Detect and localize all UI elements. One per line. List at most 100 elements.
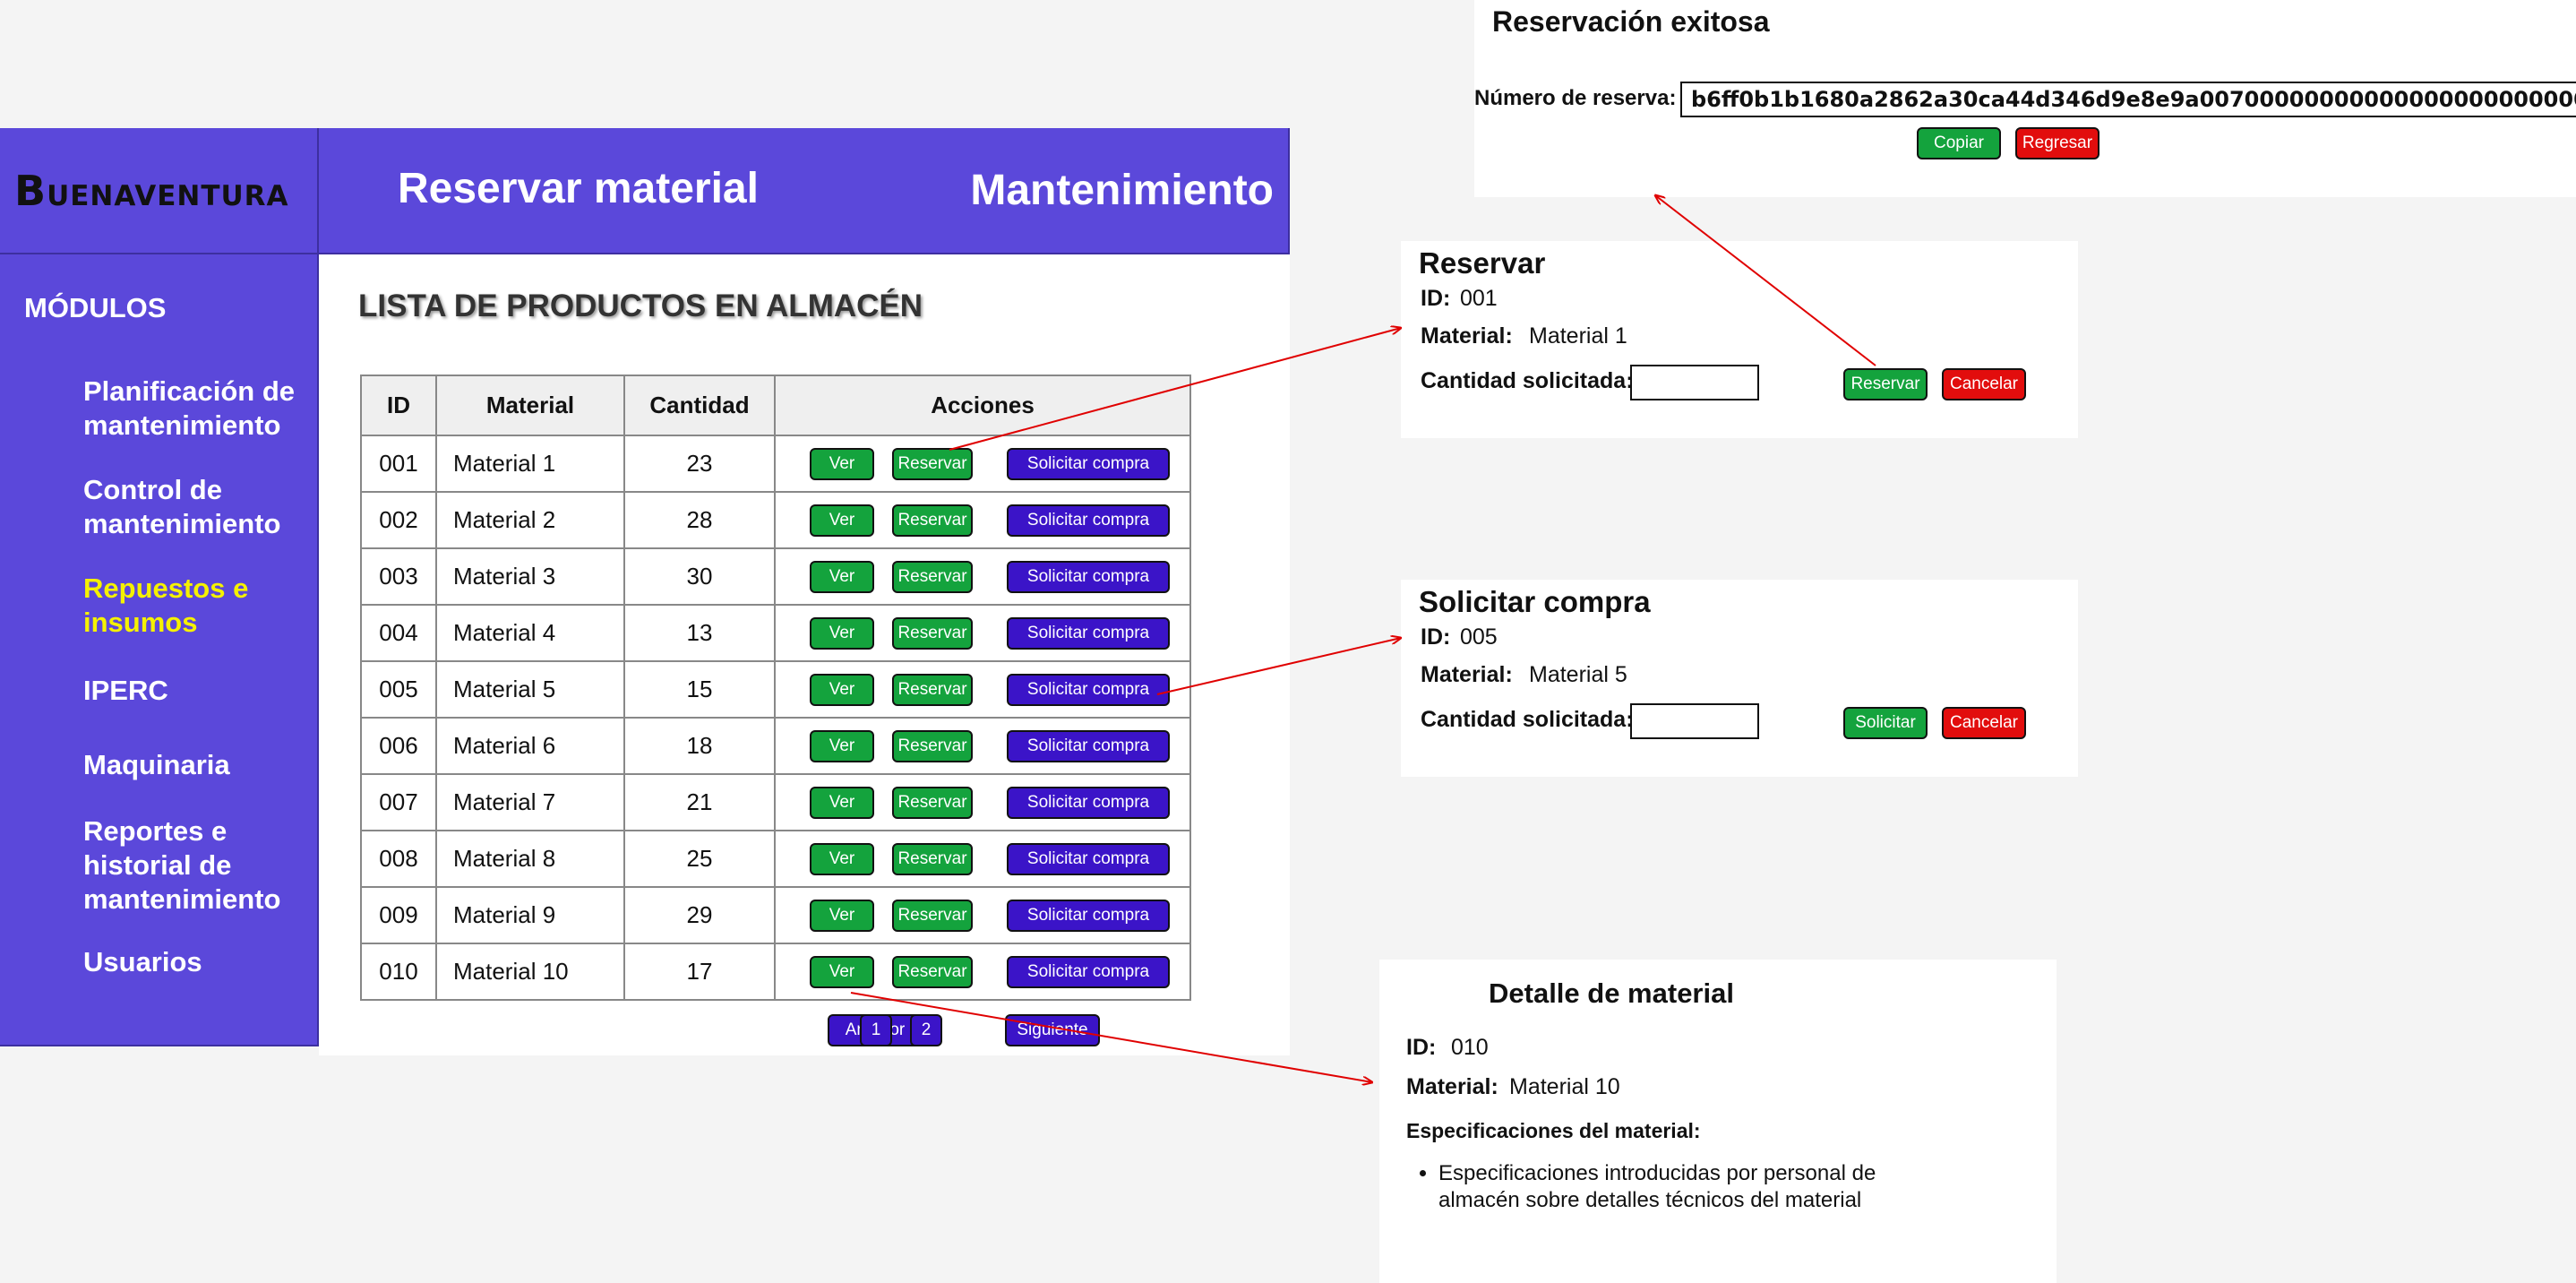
- row-actions: Ver Reservar Solicitar compra: [776, 955, 1189, 988]
- cell-id: 001: [360, 435, 437, 493]
- buenaventura-logo: BUENAVENTURA: [14, 166, 289, 215]
- request-purchase-button[interactable]: Solicitar compra: [1007, 842, 1170, 875]
- row-actions: Ver Reservar Solicitar compra: [776, 616, 1189, 650]
- next-page-button[interactable]: Siguiente: [1005, 1014, 1100, 1046]
- sidebar-item-planificacion[interactable]: Planificación de mantenimiento: [83, 375, 316, 443]
- reserve-panel: Reservar ID: 001 Material: Material 1 Ca…: [1401, 241, 2078, 438]
- cell-cantidad: 15: [623, 660, 776, 719]
- purchase-qty-input[interactable]: [1630, 703, 1759, 739]
- column-header-cantidad: Cantidad: [623, 375, 776, 436]
- reserve-qty-label: Cantidad solicitada:: [1421, 368, 1634, 393]
- module-name: Mantenimiento: [970, 167, 1274, 214]
- table-header-row: ID Material Cantidad Acciones: [360, 375, 1191, 436]
- view-button[interactable]: Ver: [810, 673, 874, 706]
- cell-cantidad: 23: [623, 435, 776, 493]
- success-title: Reservación exitosa: [1492, 5, 1770, 38]
- cell-actions: Ver Reservar Solicitar compra: [774, 491, 1191, 549]
- row-actions: Ver Reservar Solicitar compra: [776, 842, 1189, 875]
- purchase-confirm-button[interactable]: Solicitar: [1843, 707, 1928, 739]
- request-purchase-button[interactable]: Solicitar compra: [1007, 616, 1170, 650]
- page-1-button[interactable]: 1: [860, 1014, 892, 1046]
- row-actions: Ver Reservar Solicitar compra: [776, 899, 1189, 932]
- cell-actions: Ver Reservar Solicitar compra: [774, 604, 1191, 662]
- request-purchase-button[interactable]: Solicitar compra: [1007, 955, 1170, 988]
- cell-material: Material 8: [435, 830, 625, 888]
- reserve-button[interactable]: Reservar: [892, 729, 973, 762]
- request-purchase-button[interactable]: Solicitar compra: [1007, 447, 1170, 480]
- cell-id: 006: [360, 717, 437, 775]
- copy-button[interactable]: Copiar: [1917, 127, 2001, 159]
- cell-id: 002: [360, 491, 437, 549]
- view-button[interactable]: Ver: [810, 560, 874, 593]
- purchase-qty-label: Cantidad solicitada:: [1421, 707, 1634, 732]
- reserve-button[interactable]: Reservar: [892, 673, 973, 706]
- reserve-material-value: Material 1: [1529, 323, 1627, 349]
- cell-material: Material 3: [435, 547, 625, 606]
- reserve-button[interactable]: Reservar: [892, 899, 973, 932]
- view-button[interactable]: Ver: [810, 616, 874, 650]
- request-purchase-button[interactable]: Solicitar compra: [1007, 673, 1170, 706]
- cell-cantidad: 30: [623, 547, 776, 606]
- cell-actions: Ver Reservar Solicitar compra: [774, 547, 1191, 606]
- sidebar-item-maquinaria[interactable]: Maquinaria: [83, 748, 316, 782]
- cell-id: 007: [360, 773, 437, 831]
- request-purchase-button[interactable]: Solicitar compra: [1007, 504, 1170, 537]
- request-purchase-button[interactable]: Solicitar compra: [1007, 560, 1170, 593]
- top-header: Reservar material Mantenimiento: [319, 128, 1290, 254]
- page-title: Reservar material: [398, 165, 759, 212]
- reserve-button[interactable]: Reservar: [892, 504, 973, 537]
- reservation-number-label: Número de reserva:: [1474, 86, 1677, 110]
- cell-cantidad: 13: [623, 604, 776, 662]
- cell-material: Material 10: [435, 943, 625, 1001]
- view-button[interactable]: Ver: [810, 504, 874, 537]
- cell-material: Material 2: [435, 491, 625, 549]
- view-button[interactable]: Ver: [810, 786, 874, 819]
- cell-actions: Ver Reservar Solicitar compra: [774, 886, 1191, 944]
- request-purchase-button[interactable]: Solicitar compra: [1007, 729, 1170, 762]
- cell-material: Material 4: [435, 604, 625, 662]
- request-purchase-button[interactable]: Solicitar compra: [1007, 786, 1170, 819]
- reserve-button[interactable]: Reservar: [892, 955, 973, 988]
- reserve-button[interactable]: Reservar: [892, 616, 973, 650]
- reserve-button[interactable]: Reservar: [892, 842, 973, 875]
- reserve-id-value: 001: [1460, 286, 1498, 311]
- sidebar-item-repuestos[interactable]: Repuestos e insumos: [83, 572, 316, 640]
- reserve-title: Reservar: [1419, 246, 1546, 280]
- detail-material-value: Material 10: [1509, 1074, 1620, 1099]
- request-purchase-button[interactable]: Solicitar compra: [1007, 899, 1170, 932]
- cell-id: 004: [360, 604, 437, 662]
- reservation-number-field[interactable]: b6ff0b1b1680a2862a30ca44d346d9e8e9a00700…: [1680, 82, 2576, 117]
- cell-material: Material 9: [435, 886, 625, 944]
- view-button[interactable]: Ver: [810, 842, 874, 875]
- table-row: 005 Material 5 15 Ver Reservar Solicitar comp…: [360, 660, 1191, 719]
- sidebar-item-reportes[interactable]: Reportes e historial de mantenimiento: [83, 814, 316, 917]
- purchase-request-panel: Solicitar compra ID: 005 Material: Mater…: [1401, 580, 2078, 777]
- cell-actions: Ver Reservar Solicitar compra: [774, 717, 1191, 775]
- reservation-success-panel: Reservación exitosa Número de reserva: b…: [1474, 0, 2576, 197]
- sidebar-item-iperc[interactable]: IPERC: [83, 674, 316, 708]
- page-2-button[interactable]: 2: [910, 1014, 942, 1046]
- reserve-button[interactable]: Reservar: [892, 447, 973, 480]
- view-button[interactable]: Ver: [810, 729, 874, 762]
- back-button[interactable]: Regresar: [2015, 127, 2099, 159]
- purchase-material-label: Material:: [1421, 662, 1513, 687]
- reserve-button[interactable]: Reservar: [892, 786, 973, 819]
- logo-box: BUENAVENTURA: [0, 128, 319, 254]
- sidebar-item-control[interactable]: Control de mantenimiento: [83, 473, 316, 541]
- modules-title: MÓDULOS: [24, 292, 167, 323]
- cell-material: Material 6: [435, 717, 625, 775]
- main-content: LISTA DE PRODUCTOS EN ALMACÉN ID Materia…: [319, 254, 1290, 1055]
- view-button[interactable]: Ver: [810, 899, 874, 932]
- sidebar-item-usuarios[interactable]: Usuarios: [83, 945, 316, 979]
- purchase-cancel-button[interactable]: Cancelar: [1942, 707, 2026, 739]
- reserve-qty-input[interactable]: [1630, 365, 1759, 400]
- cell-material: Material 1: [435, 435, 625, 493]
- view-button[interactable]: Ver: [810, 955, 874, 988]
- reserve-confirm-button[interactable]: Reservar: [1843, 368, 1928, 400]
- row-actions: Ver Reservar Solicitar compra: [776, 786, 1189, 819]
- reserve-button[interactable]: Reservar: [892, 560, 973, 593]
- purchase-material-value: Material 5: [1529, 662, 1627, 687]
- reserve-cancel-button[interactable]: Cancelar: [1942, 368, 2026, 400]
- view-button[interactable]: Ver: [810, 447, 874, 480]
- purchase-id-value: 005: [1460, 624, 1498, 650]
